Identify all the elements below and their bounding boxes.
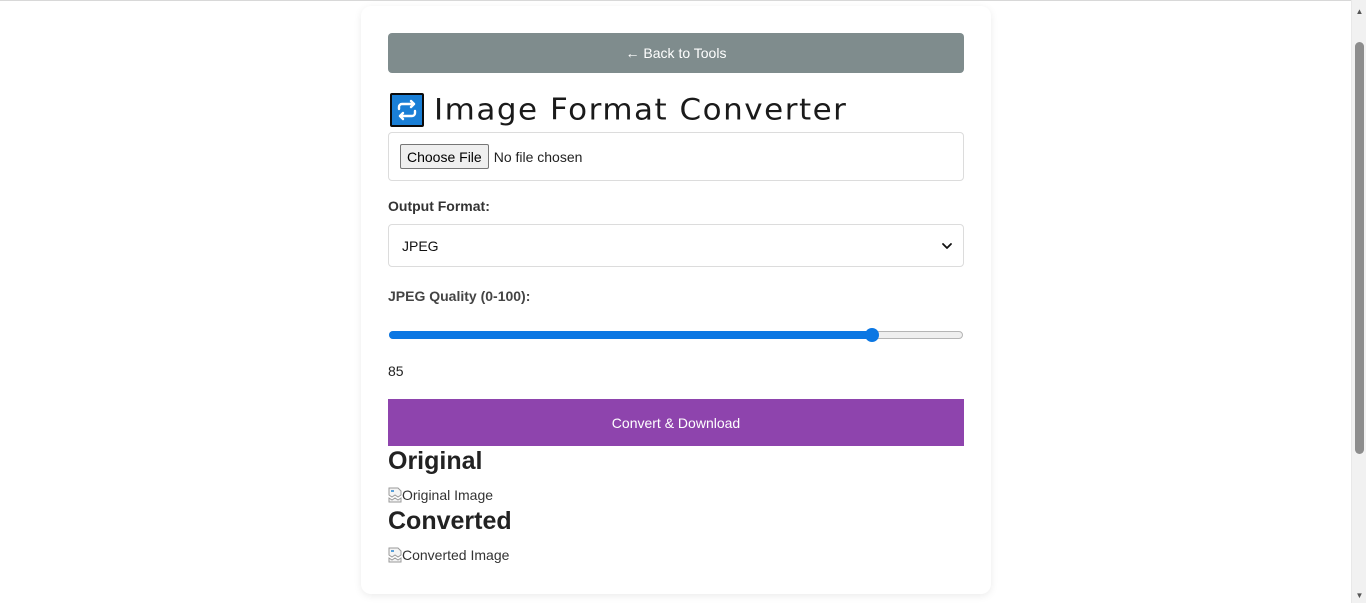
output-format-label: Output Format: [388, 198, 490, 214]
scroll-down-arrow-icon[interactable]: ▼ [1352, 587, 1366, 603]
slider-thumb[interactable] [865, 328, 879, 342]
original-heading: Original [388, 447, 483, 475]
output-format-select[interactable]: JPEG [388, 224, 964, 267]
broken-image-icon [388, 547, 402, 563]
jpeg-quality-slider[interactable] [388, 328, 964, 342]
converted-image-alt: Converted Image [402, 547, 510, 563]
original-image-alt: Original Image [402, 487, 494, 503]
choose-file-button[interactable]: Choose File [400, 144, 489, 169]
converted-heading: Converted [388, 507, 512, 535]
window-top-border [0, 0, 1366, 3]
jpeg-quality-value: 85 [388, 363, 404, 379]
chevron-down-icon [942, 242, 952, 249]
output-format-selected: JPEG [402, 237, 439, 254]
page-title-row: Image Format Converter [390, 92, 847, 128]
back-to-tools-button[interactable]: ← Back to Tools [388, 33, 964, 73]
broken-image-icon [388, 487, 402, 503]
page-scrollbar[interactable]: ▲ ▼ [1351, 0, 1366, 603]
slider-fill [389, 331, 872, 339]
page-title: Image Format Converter [434, 92, 848, 128]
original-image: Original Image [388, 487, 493, 503]
repeat-arrows-icon [390, 93, 424, 127]
scroll-thumb[interactable] [1355, 42, 1364, 454]
scroll-up-arrow-icon[interactable]: ▲ [1352, 3, 1366, 19]
converted-image: Converted Image [388, 547, 509, 563]
convert-download-button[interactable]: Convert & Download [388, 399, 964, 446]
converter-card: ← Back to Tools Image Format Converter C… [361, 6, 991, 594]
file-status-text: No file chosen [493, 148, 583, 165]
jpeg-quality-label: JPEG Quality (0-100): [388, 288, 531, 304]
file-input[interactable]: Choose File No file chosen [388, 132, 964, 181]
